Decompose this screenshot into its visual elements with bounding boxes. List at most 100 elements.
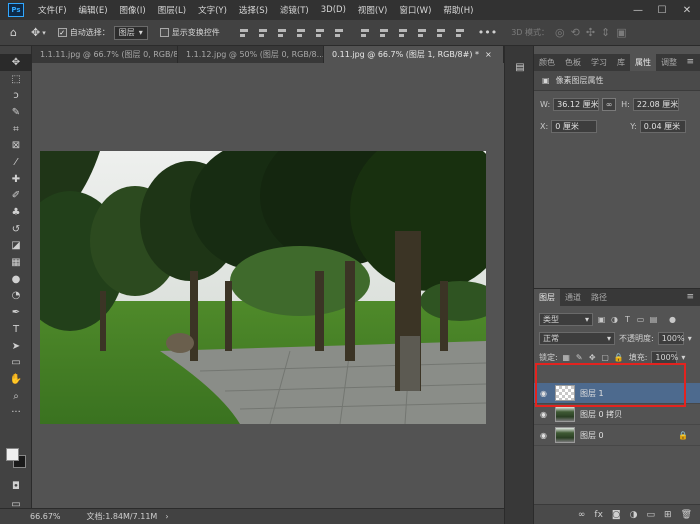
- filter-toggle-icon[interactable]: ●: [668, 315, 677, 324]
- more-tools-icon[interactable]: ···: [0, 404, 32, 421]
- eye-icon[interactable]: ◉: [540, 389, 550, 398]
- link-layers-icon[interactable]: ∞: [578, 510, 586, 520]
- rectangle-tool-icon[interactable]: ▭: [0, 354, 32, 371]
- x-field[interactable]: 0 厘米: [551, 119, 598, 133]
- panel-menu-icon[interactable]: ≡: [686, 292, 694, 302]
- marquee-tool-icon[interactable]: ⬚: [0, 71, 32, 88]
- height-field[interactable]: 22.08 厘米: [632, 97, 679, 111]
- filter-pixel-icon[interactable]: ▣: [597, 315, 606, 324]
- distribute-center-icon[interactable]: [378, 27, 390, 39]
- menu-file[interactable]: 文件(F): [32, 4, 73, 16]
- path-select-tool-icon[interactable]: ➤: [0, 338, 32, 355]
- crop-tool-icon[interactable]: ⌗: [0, 121, 32, 138]
- doc-tab-2[interactable]: 1.1.12.jpg @ 50% (图层 0, RGB/8... ×: [178, 46, 324, 63]
- layer-row-layer-1[interactable]: ◉ 图层 1: [534, 383, 700, 404]
- width-field[interactable]: 36.12 厘米: [553, 97, 600, 111]
- layer-row-layer-0[interactable]: ◉ 图层 0 🔒: [534, 425, 700, 446]
- stamp-tool-icon[interactable]: ♣: [0, 204, 32, 221]
- new-layer-icon[interactable]: ⊞: [664, 510, 672, 520]
- eye-icon[interactable]: ◉: [540, 431, 550, 440]
- brush-tool-icon[interactable]: ✐: [0, 188, 32, 205]
- frame-tool-icon[interactable]: ⊠: [0, 137, 32, 154]
- home-icon[interactable]: ⌂: [10, 26, 17, 39]
- lasso-tool-icon[interactable]: ↄ: [0, 87, 32, 104]
- tab-swatches[interactable]: 色板: [560, 54, 586, 71]
- filter-shape-icon[interactable]: ▭: [636, 315, 645, 324]
- distribute-left-icon[interactable]: [359, 27, 371, 39]
- fx-icon[interactable]: fx: [594, 510, 603, 520]
- status-arrow-icon[interactable]: ›: [165, 512, 168, 521]
- lock-pixels-icon[interactable]: ✎: [575, 353, 584, 362]
- blend-mode-dropdown[interactable]: 正常 ▾: [539, 332, 615, 345]
- history-panel-icon[interactable]: ▤: [511, 62, 529, 76]
- y-field[interactable]: 0.04 厘米: [639, 119, 686, 133]
- menu-3d[interactable]: 3D(D): [315, 5, 352, 15]
- lock-all-icon[interactable]: 🔒: [614, 353, 624, 362]
- canvas-area[interactable]: [32, 63, 504, 508]
- layer-row-layer-0-copy[interactable]: ◉ 图层 0 拷贝: [534, 404, 700, 425]
- align-top-icon[interactable]: [295, 27, 307, 39]
- dodge-tool-icon[interactable]: ◔: [0, 288, 32, 305]
- eraser-tool-icon[interactable]: ◪: [0, 238, 32, 255]
- tab-color[interactable]: 颜色: [534, 54, 560, 71]
- quick-mask-icon[interactable]: ◘: [0, 478, 32, 495]
- quick-select-tool-icon[interactable]: ✎: [0, 104, 32, 121]
- move-tool-icon[interactable]: ✥: [0, 54, 32, 71]
- add-mask-icon[interactable]: ◙: [612, 510, 621, 520]
- document-image[interactable]: [40, 151, 486, 424]
- lock-artboard-icon[interactable]: ▢: [601, 353, 610, 362]
- close-tab-icon[interactable]: ×: [485, 50, 492, 59]
- align-bottom-icon[interactable]: [333, 27, 345, 39]
- move-tool-icon[interactable]: ✥: [31, 26, 40, 39]
- layer-filter-dropdown[interactable]: 类型 ▾: [539, 313, 593, 326]
- tab-libraries[interactable]: 库: [612, 54, 630, 71]
- new-group-icon[interactable]: ▭: [647, 510, 656, 520]
- link-icon[interactable]: ∞: [602, 97, 617, 111]
- menu-type[interactable]: 文字(Y): [192, 4, 233, 16]
- align-right-icon[interactable]: [276, 27, 288, 39]
- layer-name[interactable]: 图层 1: [580, 388, 604, 399]
- minimize-button[interactable]: —: [626, 0, 650, 20]
- doc-tab-3-active[interactable]: 0.11.jpg @ 66.7% (图层 1, RGB/8#) * ×: [324, 46, 504, 63]
- align-middle-icon[interactable]: [314, 27, 326, 39]
- menu-layer[interactable]: 图层(L): [152, 4, 192, 16]
- fill-field[interactable]: 100%: [651, 351, 678, 364]
- distribute-right-icon[interactable]: [397, 27, 409, 39]
- tab-layers[interactable]: 图层: [534, 289, 560, 306]
- menu-edit[interactable]: 编辑(E): [73, 4, 114, 16]
- lock-position-icon[interactable]: ✥: [588, 353, 597, 362]
- filter-type-icon[interactable]: T: [623, 315, 632, 324]
- tab-paths[interactable]: 路径: [586, 289, 612, 306]
- hand-tool-icon[interactable]: ✋: [0, 371, 32, 388]
- tab-adjustments[interactable]: 调整: [656, 54, 682, 71]
- layer-name[interactable]: 图层 0: [580, 430, 604, 441]
- pen-tool-icon[interactable]: ✒: [0, 304, 32, 321]
- align-center-icon[interactable]: [257, 27, 269, 39]
- layer-name[interactable]: 图层 0 拷贝: [580, 409, 622, 420]
- chevron-down-icon[interactable]: ▾: [681, 353, 685, 362]
- filter-smart-object-icon[interactable]: ▤: [649, 315, 658, 324]
- zoom-tool-icon[interactable]: ⌕: [0, 388, 32, 405]
- tab-channels[interactable]: 通道: [560, 289, 586, 306]
- eyedropper-tool-icon[interactable]: ⁄: [0, 154, 32, 171]
- menu-help[interactable]: 帮助(H): [437, 4, 479, 16]
- panel-menu-icon[interactable]: ≡: [686, 57, 694, 67]
- foreground-color-swatch[interactable]: [6, 448, 19, 461]
- healing-tool-icon[interactable]: ✚: [0, 171, 32, 188]
- distribute-bottom-icon[interactable]: [454, 27, 466, 39]
- history-brush-tool-icon[interactable]: ↺: [0, 221, 32, 238]
- zoom-level[interactable]: 66.67%: [30, 512, 61, 521]
- color-swatches[interactable]: [6, 448, 28, 470]
- eye-icon[interactable]: ◉: [540, 410, 550, 419]
- close-window-button[interactable]: ✕: [675, 0, 699, 20]
- tab-properties[interactable]: 属性: [630, 54, 656, 71]
- lock-transparent-icon[interactable]: ▦: [562, 353, 571, 362]
- gradient-tool-icon[interactable]: ▦: [0, 254, 32, 271]
- maximize-button[interactable]: ☐: [650, 0, 674, 20]
- menu-view[interactable]: 视图(V): [352, 4, 393, 16]
- more-options-icon[interactable]: •••: [478, 26, 497, 39]
- align-left-icon[interactable]: [238, 27, 250, 39]
- menu-filter[interactable]: 滤镜(T): [274, 4, 315, 16]
- distribute-top-icon[interactable]: [416, 27, 428, 39]
- menu-image[interactable]: 图像(I): [114, 4, 152, 16]
